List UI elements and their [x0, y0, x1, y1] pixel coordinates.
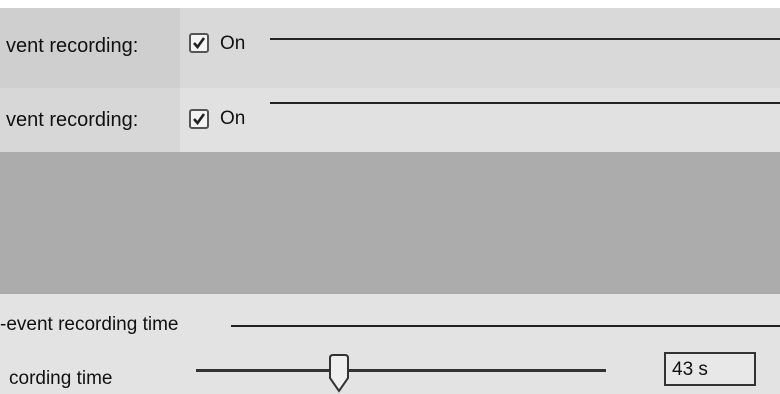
empty-gray-area	[0, 152, 780, 294]
row-2-on-checkbox[interactable]	[189, 109, 209, 129]
row-2-label: vent recording:	[6, 109, 139, 131]
slider-track[interactable]	[196, 369, 606, 372]
slider-value-box[interactable]: 43 s	[664, 352, 756, 386]
row-1-checkbox-label: On	[220, 33, 246, 54]
row-2-separator-line	[270, 102, 780, 104]
slider-thumb-icon[interactable]	[326, 354, 352, 394]
section-title: -event recording time	[0, 314, 179, 335]
row-1-on-checkbox[interactable]	[189, 33, 209, 53]
slider-label: cording time	[9, 368, 113, 389]
section-separator-line	[231, 325, 780, 327]
row-1-separator-line	[270, 38, 780, 40]
event-recording-row-1: vent recording: On	[0, 8, 780, 88]
event-recording-row-2: vent recording: On	[0, 88, 780, 152]
row-1-label: vent recording:	[6, 35, 139, 57]
event-recording-time-section: -event recording time cording time 43 s	[0, 294, 780, 394]
slider-value-text: 43 s	[672, 359, 708, 380]
row-2-checkbox-label: On	[220, 108, 246, 129]
check-icon	[193, 37, 206, 50]
check-icon	[193, 113, 206, 126]
